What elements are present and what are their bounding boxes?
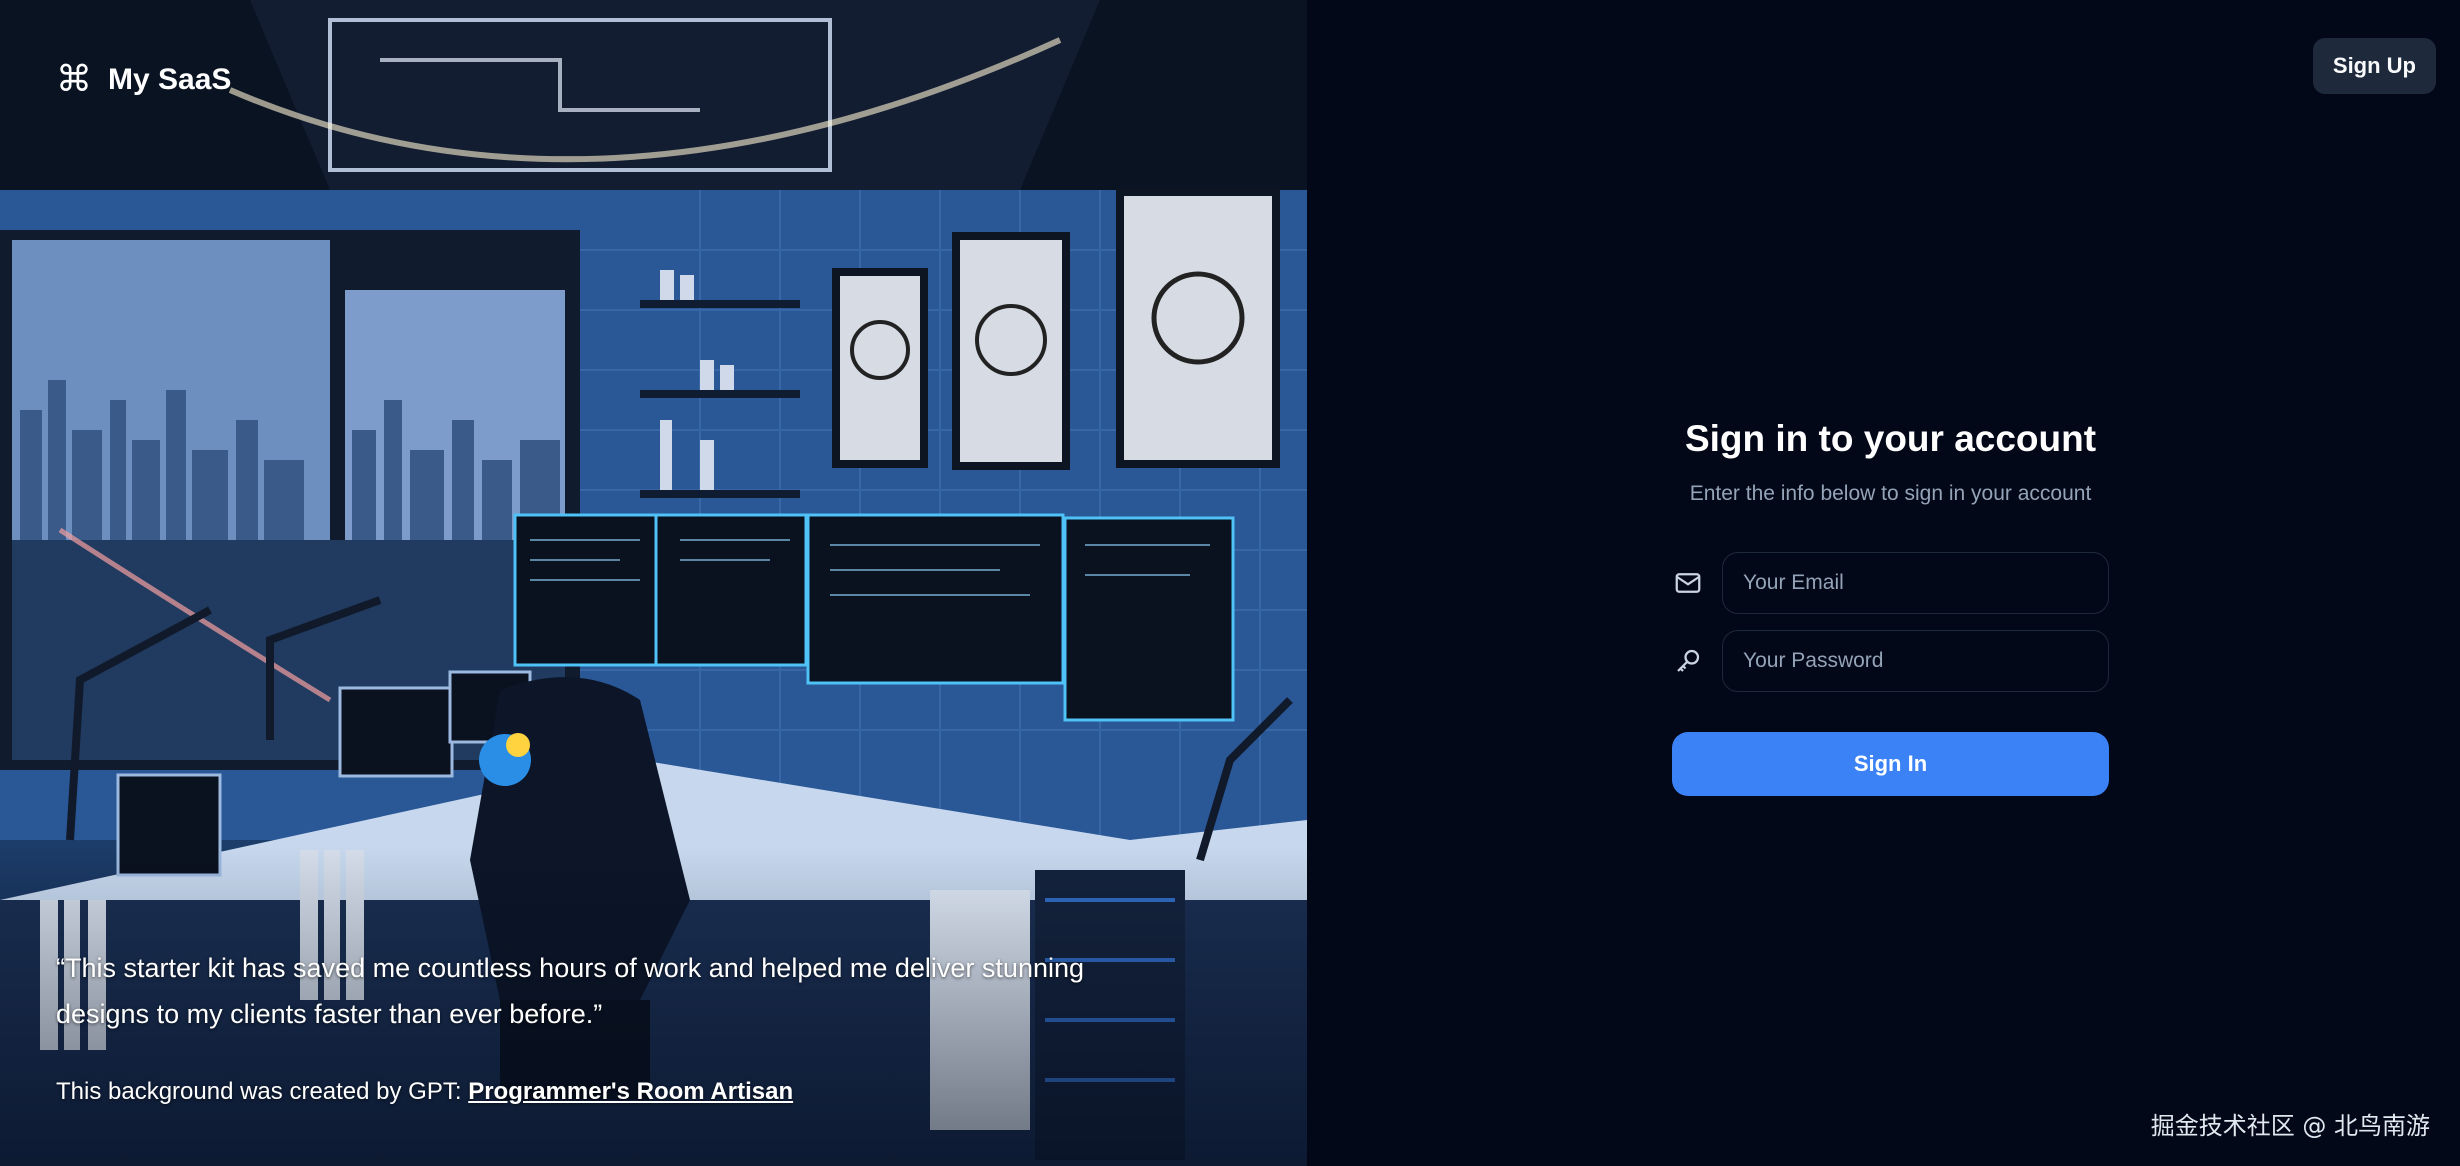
email-row [1672, 552, 2109, 614]
watermark: 掘金技术社区 @ 北鸟南游 [2150, 1112, 2430, 1140]
key-icon [1672, 645, 1704, 677]
credit-link[interactable]: Programmer's Room Artisan [468, 1078, 793, 1105]
password-input[interactable] [1722, 630, 2109, 692]
testimonial-quote: “This starter kit has saved me countless… [56, 953, 1085, 1029]
sign-up-button[interactable]: Sign Up [2312, 38, 2436, 94]
credit-prefix: This background was created by GPT: [56, 1078, 469, 1105]
sign-in-button[interactable]: Sign In [1672, 732, 2109, 796]
hero-panel: ⌘ My SaaS “This starter kit has saved me… [0, 0, 1307, 1166]
email-input[interactable] [1722, 552, 2109, 614]
sign-in-form: Sign in to your account Enter the info b… [1672, 418, 2109, 796]
password-row [1672, 630, 2109, 692]
command-icon: ⌘ [56, 59, 92, 100]
brand-name: My SaaS [108, 63, 232, 96]
form-subtitle: Enter the info below to sign in your acc… [1689, 482, 2092, 505]
brand[interactable]: ⌘ My SaaS [56, 62, 231, 98]
background-credit: This background was created by GPT: Prog… [56, 1078, 793, 1106]
mail-icon [1672, 567, 1704, 599]
form-title: Sign in to your account [1684, 418, 2097, 459]
